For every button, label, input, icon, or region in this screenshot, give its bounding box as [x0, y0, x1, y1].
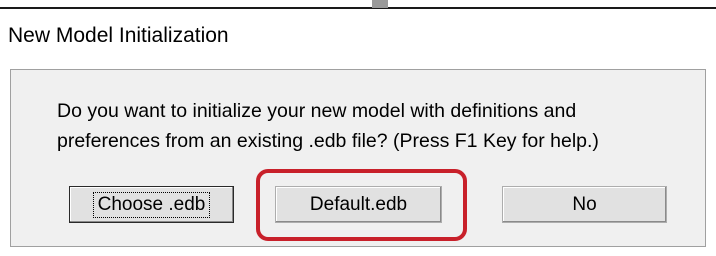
dialog-title: New Model Initialization [8, 24, 229, 47]
window-top-grip [372, 0, 388, 8]
choose-edb-button[interactable]: Choose .edb [69, 186, 234, 223]
dialog-message-line-2: preferences from an existing .edb file? … [57, 130, 599, 152]
window-top-border [0, 7, 716, 9]
dialog-message: Do you want to initialize your new model… [57, 96, 707, 156]
choose-edb-button-label: Choose .edb [92, 191, 211, 218]
no-button[interactable]: No [502, 186, 667, 223]
default-edb-button-label: Default.edb [309, 193, 408, 215]
dialog-message-line-1: Do you want to initialize your new model… [57, 100, 577, 122]
default-edb-button[interactable]: Default.edb [275, 186, 442, 223]
no-button-label: No [572, 193, 597, 215]
